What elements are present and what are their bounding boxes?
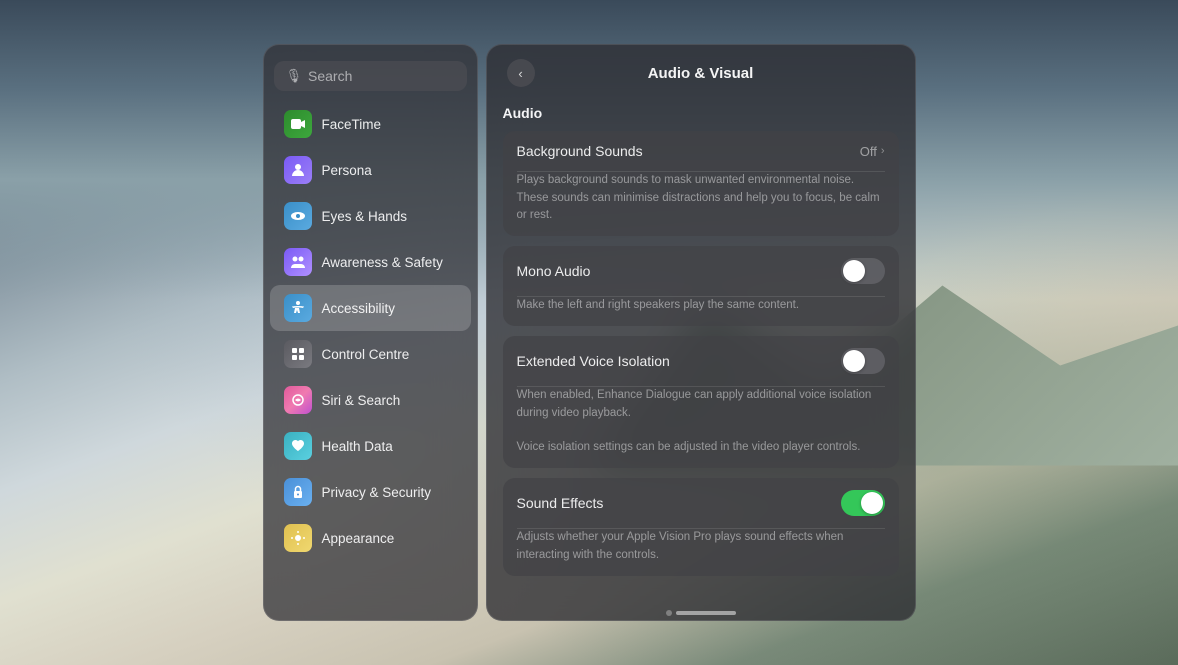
sidebar-item-accessibility[interactable]: Accessibility (270, 285, 471, 331)
main-panel: ‹ Audio & Visual Audio Background Sounds… (486, 44, 916, 621)
background-sounds-card: Background Sounds Off › Plays background… (503, 131, 899, 236)
sound-effects-card: Sound Effects Adjusts whether your Apple… (503, 478, 899, 576)
scroll-dot (666, 610, 672, 616)
sound-effects-description: Adjusts whether your Apple Vision Pro pl… (503, 529, 899, 576)
sidebar-item-health-data[interactable]: Health Data (270, 423, 471, 469)
sidebar: 🎙 Search FaceTime Persona Ey (263, 44, 478, 621)
scroll-indicator (487, 602, 915, 620)
facetime-label: FaceTime (322, 117, 382, 132)
extended-voice-isolation-card: Extended Voice Isolation When enabled, E… (503, 336, 899, 468)
health-data-icon (284, 432, 312, 460)
content-area: 🎙 Search FaceTime Persona Ey (0, 0, 1178, 665)
panel-content: Audio Background Sounds Off › Plays back… (487, 97, 915, 602)
search-placeholder: Search (308, 68, 352, 84)
audio-section-header: Audio (503, 105, 899, 121)
siri-search-label: Siri & Search (322, 393, 401, 408)
siri-search-icon (284, 386, 312, 414)
search-bar[interactable]: 🎙 Search (274, 61, 467, 91)
mono-audio-row: Mono Audio (503, 246, 899, 296)
accessibility-icon (284, 294, 312, 322)
sidebar-item-facetime[interactable]: FaceTime (270, 101, 471, 147)
sidebar-item-control-centre[interactable]: Control Centre (270, 331, 471, 377)
awareness-safety-label: Awareness & Safety (322, 255, 443, 270)
background-sounds-value-area: Off › (860, 144, 885, 159)
accessibility-label: Accessibility (322, 301, 396, 316)
sidebar-item-eyes-hands[interactable]: Eyes & Hands (270, 193, 471, 239)
persona-icon (284, 156, 312, 184)
panel-title: Audio & Visual (648, 65, 754, 82)
sound-effects-label: Sound Effects (517, 495, 604, 511)
mono-audio-description: Make the left and right speakers play th… (503, 297, 899, 326)
eyes-hands-label: Eyes & Hands (322, 209, 408, 224)
sidebar-item-awareness-safety[interactable]: Awareness & Safety (270, 239, 471, 285)
extended-voice-isolation-row: Extended Voice Isolation (503, 336, 899, 386)
mono-audio-toggle-knob (843, 260, 865, 282)
background-sounds-chevron-icon: › (881, 145, 885, 157)
persona-label: Persona (322, 163, 372, 178)
panels-container: 🎙 Search FaceTime Persona Ey (263, 44, 916, 621)
appearance-label: Appearance (322, 531, 395, 546)
sound-effects-toggle[interactable] (841, 490, 885, 516)
health-data-label: Health Data (322, 439, 393, 454)
background-sounds-label: Background Sounds (517, 143, 643, 159)
background-sounds-row[interactable]: Background Sounds Off › (503, 131, 899, 171)
mono-audio-toggle[interactable] (841, 258, 885, 284)
panel-header: ‹ Audio & Visual (487, 45, 915, 97)
background-sounds-description: Plays background sounds to mask unwanted… (503, 172, 899, 236)
sidebar-item-persona[interactable]: Persona (270, 147, 471, 193)
extended-voice-isolation-toggle-knob (843, 350, 865, 372)
extended-voice-isolation-label: Extended Voice Isolation (517, 353, 670, 369)
control-centre-icon (284, 340, 312, 368)
extended-voice-isolation-toggle[interactable] (841, 348, 885, 374)
scroll-bar (676, 611, 736, 615)
sidebar-item-privacy-security[interactable]: Privacy & Security (270, 469, 471, 515)
sidebar-item-appearance[interactable]: Appearance (270, 515, 471, 561)
background-sounds-value: Off (860, 144, 877, 159)
eyes-hands-icon (284, 202, 312, 230)
mono-audio-label: Mono Audio (517, 263, 591, 279)
back-chevron-icon: ‹ (518, 66, 522, 81)
sound-effects-row: Sound Effects (503, 478, 899, 528)
sidebar-item-siri-search[interactable]: Siri & Search (270, 377, 471, 423)
control-centre-label: Control Centre (322, 347, 410, 362)
privacy-security-icon (284, 478, 312, 506)
sound-effects-toggle-knob (861, 492, 883, 514)
facetime-icon (284, 110, 312, 138)
privacy-security-label: Privacy & Security (322, 485, 432, 500)
appearance-icon (284, 524, 312, 552)
back-button[interactable]: ‹ (507, 59, 535, 87)
mono-audio-card: Mono Audio Make the left and right speak… (503, 246, 899, 326)
microphone-icon: 🎙 (286, 68, 303, 84)
awareness-safety-icon (284, 248, 312, 276)
extended-voice-isolation-description1: When enabled, Enhance Dialogue can apply… (503, 387, 899, 468)
